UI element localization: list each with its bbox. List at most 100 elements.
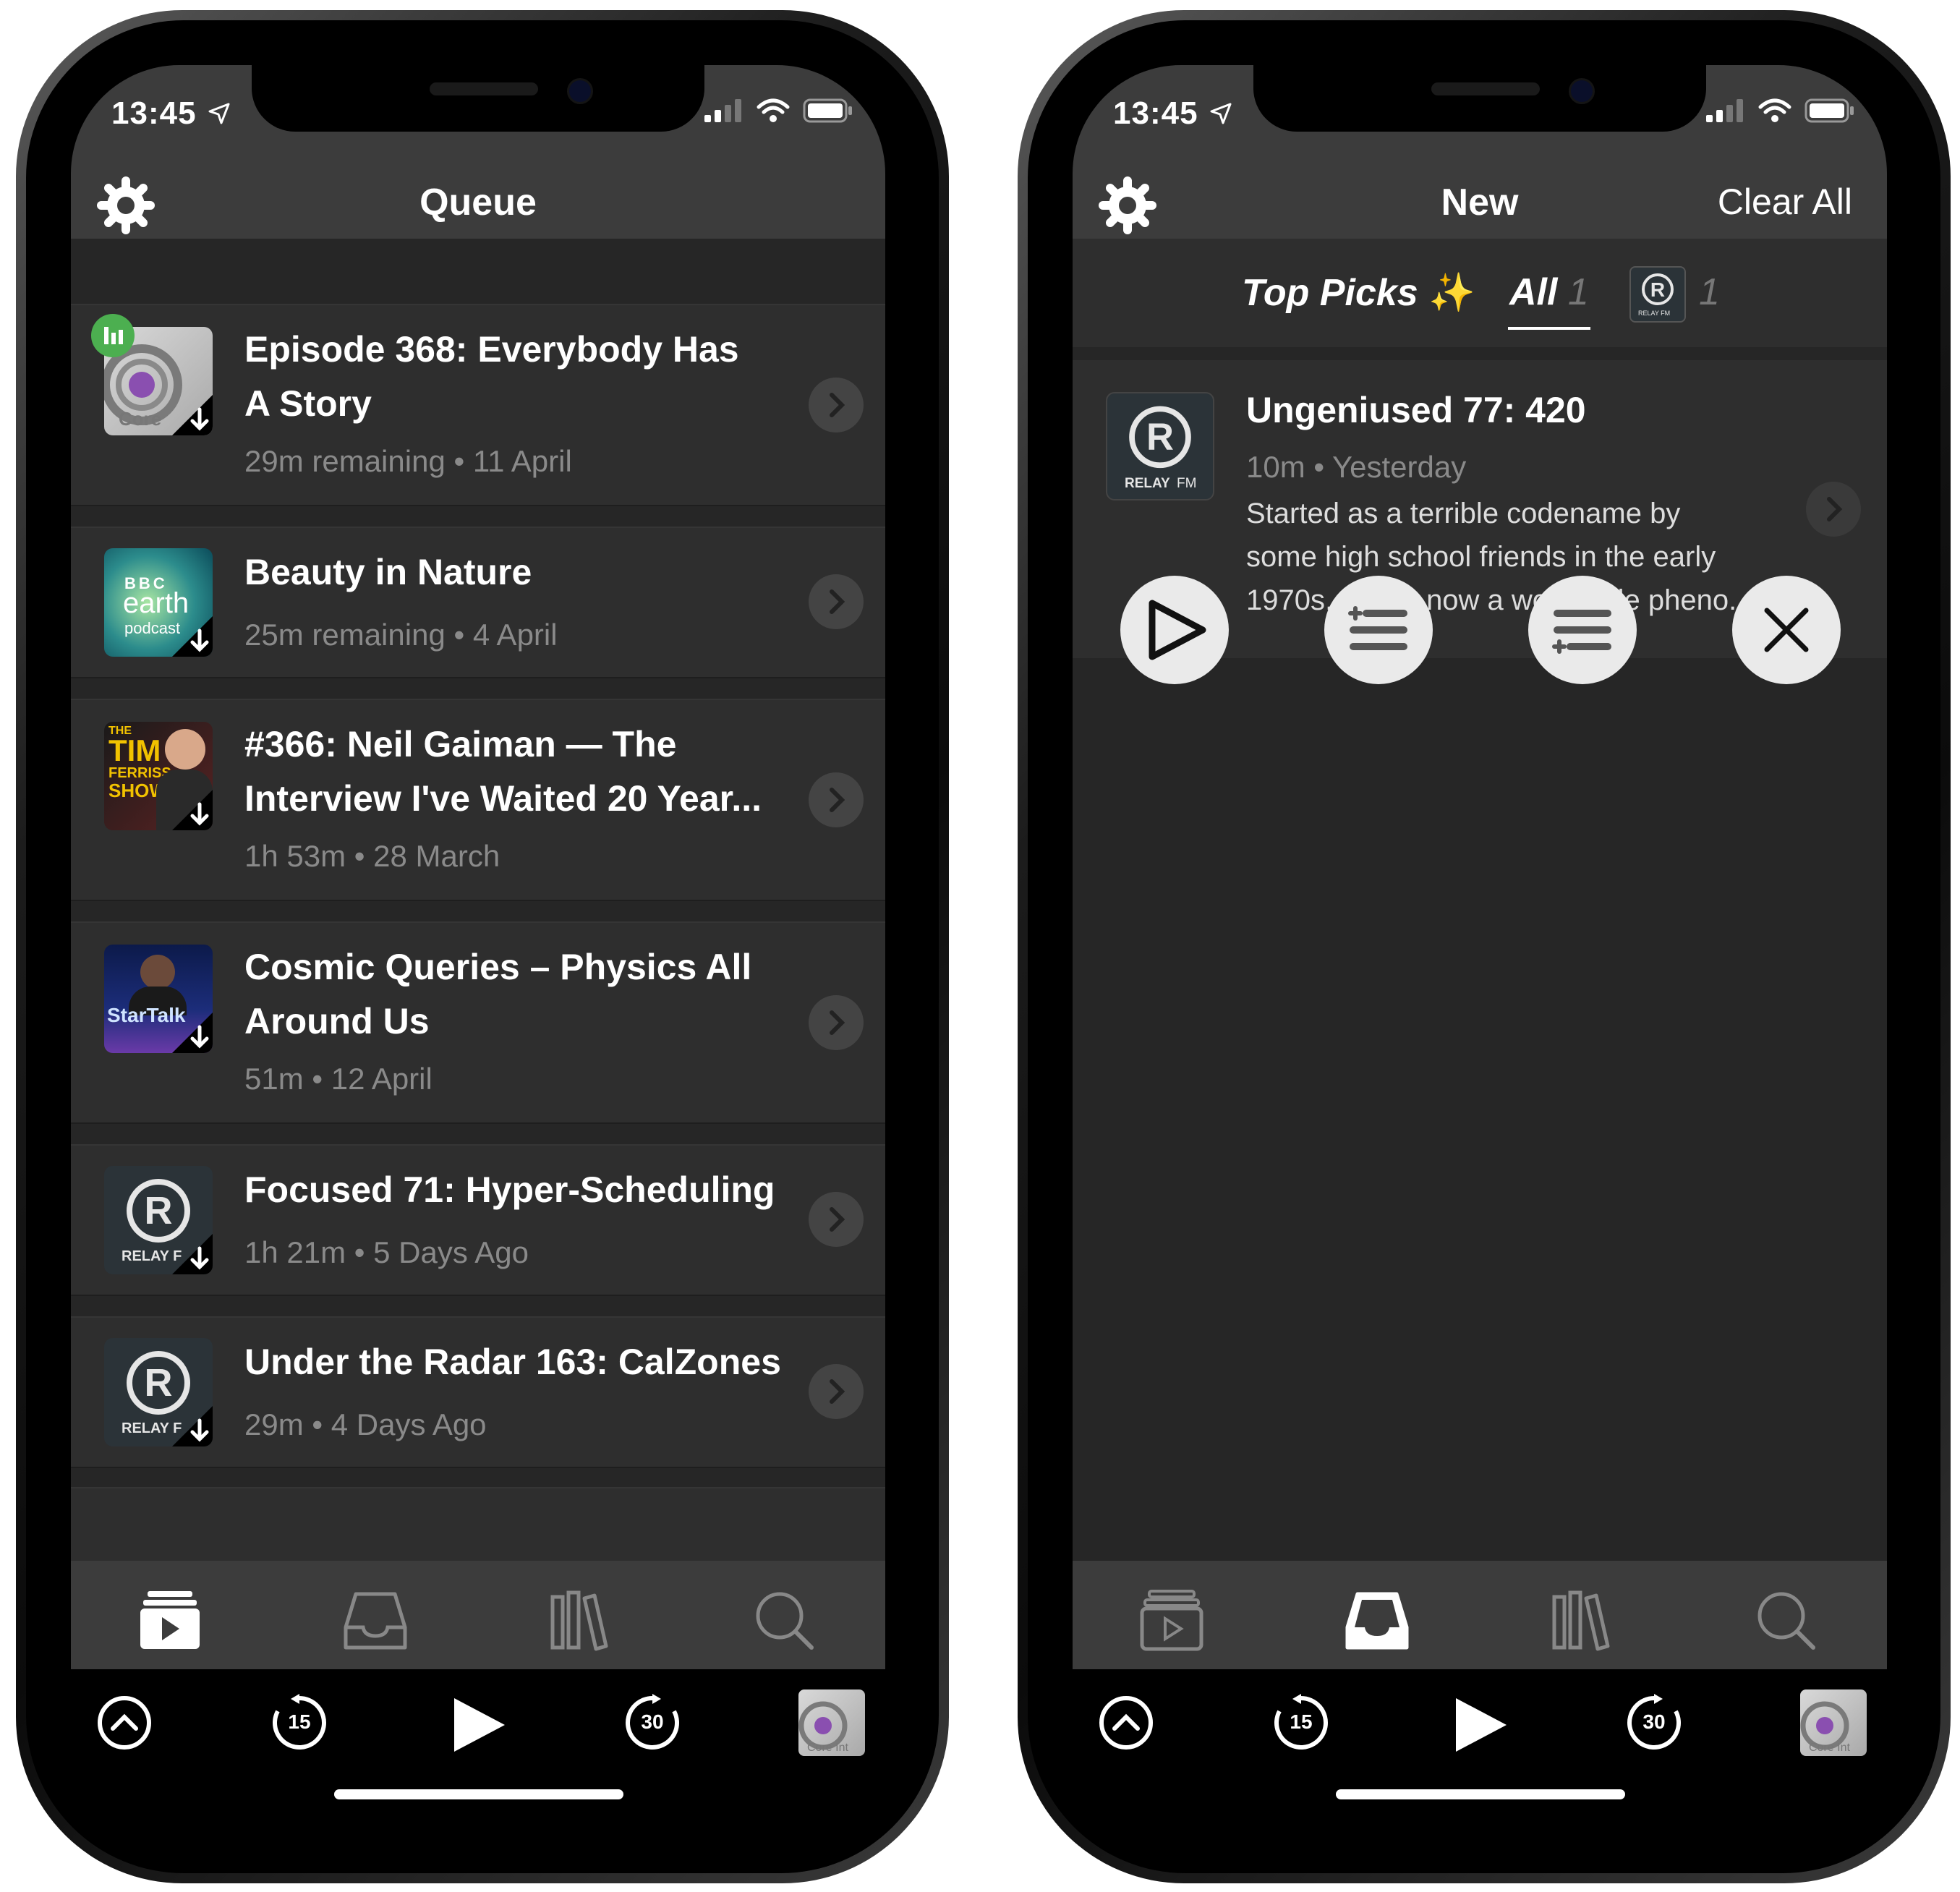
podcast-artwork: StarTalk [104,945,213,1053]
downloaded-icon [172,395,213,435]
skip-forward-button[interactable]: 30 [623,1694,681,1752]
queue-item[interactable]: THE TIM FERRISS SHOW #366: Neil Gaiman —… [71,699,885,901]
chevron-right-icon [830,788,845,812]
segment-relay-count: 1 [1699,271,1720,313]
play-icon[interactable] [447,1694,509,1756]
segment-relay[interactable]: R RELAY FM 1 [1629,266,1723,324]
status-time: 13:45 [1113,95,1198,131]
artwork-label: FM [1177,476,1197,491]
podcast-artwork: R RELAY F [104,1166,213,1274]
episode-title: Ungeniused 77: 420 [1246,390,1586,430]
skip-forward-button[interactable]: 30 [1625,1694,1683,1752]
now-playing-label: Core Int [807,1742,848,1754]
episode-meta: 1h 53m • 28 March [244,839,500,873]
downloaded-icon [172,616,213,657]
episode-meta: 51m • 12 April [244,1062,433,1096]
artwork-label: earth [123,587,189,619]
artwork-label: RELAY [1125,476,1170,491]
chevron-right-icon [830,1010,845,1035]
episode-meta: 29m • 4 Days Ago [244,1407,487,1441]
relay-thumb-label: RELAY FM [1638,310,1671,317]
queue-item[interactable]: Core Episode 368: Everybody Has A Story … [71,304,885,506]
episode-description-line: 1970s, 420 is now a worldwide pheno... [1246,584,1753,616]
phone-left: 13:45 Queue Core Episode 368: Everybody … [16,10,949,1883]
now-playing-artwork[interactable]: Core Int [1800,1689,1867,1756]
skip-forward-label: 30 [641,1710,664,1733]
play-last-button[interactable] [1528,576,1637,684]
nav-header: Queue [71,159,885,239]
segment-all-count: 1 [1567,271,1589,313]
chevron-right-icon [1827,497,1843,521]
podcast-artwork: R RELAY F [104,1338,213,1446]
tab-search-icon[interactable] [751,1587,816,1652]
now-playing-badge [91,314,135,357]
speaker [430,82,538,95]
host-photo [165,729,205,770]
battery-icon [803,98,852,123]
episode-title-line2: A Story [244,383,372,424]
podcast-artwork: BBC earth podcast [104,548,213,657]
artwork-label: Core [119,408,162,430]
home-indicator[interactable] [1336,1789,1625,1799]
episode-meta: 1h 21m • 5 Days Ago [244,1235,529,1269]
tab-bar [71,1561,885,1669]
episode-title: Episode 368: Everybody Has [244,329,739,370]
skip-back-button[interactable]: 15 [270,1694,328,1752]
queue-item[interactable]: R RELAY F Under the Radar 163: CalZones … [71,1316,885,1468]
downloaded-icon [172,1406,213,1446]
tab-queue-icon[interactable] [137,1587,203,1652]
chevron-right-icon [830,1207,845,1232]
expand-player-icon[interactable] [95,1694,153,1752]
episode-details-chevron[interactable] [809,1364,864,1419]
episode-details-chevron[interactable] [809,995,864,1050]
play-next-button[interactable] [1324,576,1433,684]
episode-title-line2: Around Us [244,1001,430,1041]
downloaded-icon [172,1234,213,1274]
queue-item[interactable]: StarTalk Cosmic Queries – Physics All Ar… [71,921,885,1124]
host-photo [140,955,175,989]
tab-queue-icon[interactable] [1139,1587,1204,1652]
signal-icon [1706,99,1743,122]
tab-inbox-icon[interactable] [343,1587,408,1652]
episode-title: Focused 71: Hyper-Scheduling [244,1169,775,1210]
segment-top-picks[interactable]: Top Picks ✨ [1242,270,1475,315]
segment-all-label: All [1509,271,1558,313]
episode-details-chevron[interactable] [1806,482,1861,537]
segment-all[interactable]: All 1 [1509,270,1589,314]
chevron-right-icon [830,393,845,417]
episode-details-chevron[interactable] [809,574,864,629]
page-title: Queue [419,182,537,223]
tab-library-icon[interactable] [547,1587,612,1652]
front-camera [567,78,593,104]
downloaded-icon [172,790,213,830]
queue-screen: 13:45 Queue Core Episode 368: Everybody … [71,65,885,1828]
archive-button[interactable] [1732,576,1841,684]
play-icon[interactable] [1449,1694,1511,1756]
battery-icon [1805,98,1854,123]
queue-item[interactable]: BBC earth podcast Beauty in Nature 25m r… [71,527,885,678]
episode-title-line2: Interview I've Waited 20 Year... [244,778,762,819]
svg-text:R: R [145,1361,173,1405]
episode-details-chevron[interactable] [809,772,864,827]
tab-bar [1073,1561,1887,1669]
svg-text:R: R [1146,416,1174,459]
podcast-artwork: THE TIM FERRISS SHOW [104,722,213,830]
relay-fm-thumbnail: R RELAY FM [1629,266,1686,323]
episode-details-chevron[interactable] [809,378,864,432]
expand-player-icon[interactable] [1097,1694,1155,1752]
episode-title: Cosmic Queries – Physics All [244,947,752,987]
tab-inbox-icon[interactable] [1345,1587,1410,1652]
segment-active-underline [1508,327,1590,330]
now-playing-artwork[interactable]: Core Int [798,1689,865,1756]
clear-all-button[interactable]: Clear All [1718,181,1852,223]
tab-search-icon[interactable] [1752,1587,1818,1652]
queue-item[interactable]: R RELAY F Focused 71: Hyper-Scheduling 1… [71,1144,885,1296]
notch [1253,65,1706,132]
episode-details-chevron[interactable] [809,1192,864,1247]
skip-back-button[interactable]: 15 [1272,1694,1330,1752]
wifi-icon [1758,98,1791,122]
tab-library-icon[interactable] [1548,1587,1614,1652]
podcast-artwork: R RELAY FM [1106,392,1214,500]
home-indicator[interactable] [334,1789,623,1799]
play-now-button[interactable] [1120,576,1229,684]
